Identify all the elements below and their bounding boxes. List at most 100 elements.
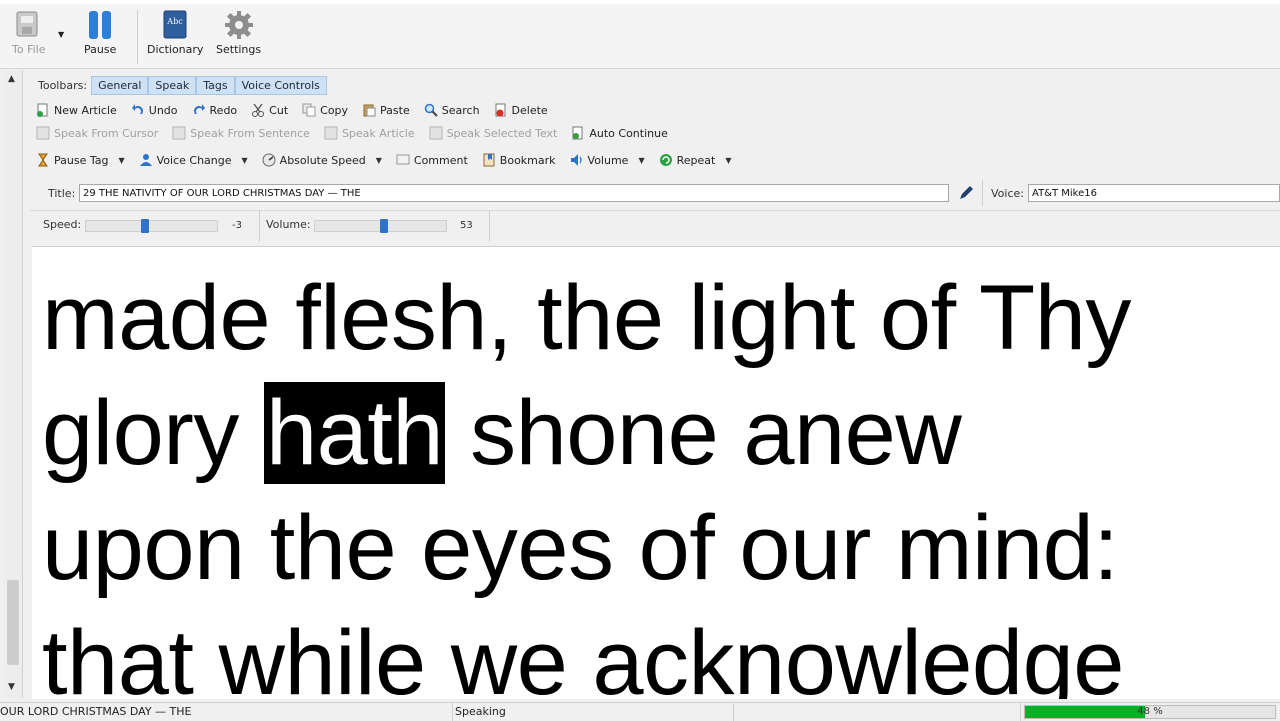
copy-icon: [302, 103, 316, 117]
text-line-2-before: glory: [42, 382, 264, 484]
person-icon: [139, 154, 152, 166]
repeat-dropdown-icon[interactable]: ▼: [725, 156, 731, 165]
title-input[interactable]: 29 THE NATIVITY OF OUR LORD CHRISTMAS DA…: [79, 184, 949, 202]
to-file-button[interactable]: To File: [12, 10, 45, 56]
voice-change-button[interactable]: Voice Change ▼: [139, 153, 248, 167]
auto-continue-icon: [572, 126, 583, 140]
highlighted-word: hath: [263, 382, 446, 484]
scroll-up-arrow-icon[interactable]: ▲: [8, 74, 15, 84]
redo-icon: [193, 104, 205, 114]
volume-end-separator: [489, 210, 490, 242]
bookmark-icon: [483, 153, 495, 167]
volume-dropdown-icon[interactable]: ▼: [638, 156, 644, 165]
scroll-down-arrow-icon[interactable]: ▼: [8, 682, 15, 692]
new-document-icon: [37, 103, 48, 117]
speak-selected-text-label: Speak Selected Text: [446, 126, 558, 140]
speak-selected-text-button[interactable]: Speak Selected Text: [429, 126, 558, 140]
search-label: Search: [441, 103, 480, 117]
toolbars-row: Toolbars: General Speak Tags Voice Contr…: [38, 74, 327, 96]
scrollbar-thumb[interactable]: [7, 580, 19, 665]
tags-toolbar-row: Pause Tag ▼ Voice Change ▼ Absolute Speed ▼…: [36, 149, 746, 171]
absolute-speed-label: Absolute Speed: [279, 153, 366, 167]
undo-button[interactable]: Undo: [131, 103, 178, 117]
absolute-speed-dropdown-icon[interactable]: ▼: [376, 156, 382, 165]
undo-label: Undo: [148, 103, 178, 117]
speed-slider[interactable]: [85, 219, 218, 233]
pause-tag-button[interactable]: Pause Tag ▼: [36, 153, 125, 167]
absolute-speed-button[interactable]: Absolute Speed ▼: [262, 153, 382, 167]
speed-label: Speed:: [43, 218, 82, 231]
pause-button[interactable]: Pause: [84, 10, 116, 56]
speak-from-cursor-label: Speak From Cursor: [54, 126, 159, 140]
dictionary-button[interactable]: Abc Dictionary: [147, 10, 203, 56]
main-ribbon: To File ▼ Pause Abc Dictionary Settings: [0, 4, 1280, 69]
gear-icon: [224, 11, 253, 39]
redo-button[interactable]: Redo: [192, 103, 238, 117]
tab-tags[interactable]: Tags: [196, 75, 235, 95]
ribbon-separator: [137, 10, 138, 64]
paste-button[interactable]: Paste: [362, 103, 410, 117]
voice-change-dropdown-icon[interactable]: ▼: [242, 156, 248, 165]
new-article-label: New Article: [54, 103, 117, 117]
volume-slider-thumb[interactable]: [380, 219, 388, 233]
speak-article-icon: [324, 126, 338, 140]
bookmark-label: Bookmark: [499, 153, 556, 167]
copy-label: Copy: [320, 103, 349, 117]
redo-label: Redo: [209, 103, 238, 117]
left-scrollbar[interactable]: ▲ ▼: [4, 70, 23, 698]
volume-button[interactable]: Volume ▼: [570, 153, 645, 167]
paste-label: Paste: [380, 103, 410, 117]
speed-slider-thumb[interactable]: [141, 219, 149, 233]
scissors-icon: [252, 103, 265, 117]
progress-text: 48 %: [1137, 706, 1163, 717]
speak-from-cursor-button[interactable]: Speak From Cursor: [36, 126, 158, 140]
search-button[interactable]: Search: [424, 103, 480, 117]
reading-progress-bar: 48 %: [1024, 705, 1276, 719]
status-state: Speaking: [455, 703, 734, 721]
undo-icon: [131, 104, 143, 114]
dictionary-book-icon: Abc: [163, 10, 187, 39]
pause-tag-dropdown-icon[interactable]: ▼: [118, 156, 124, 165]
text-line-1: made flesh, the light of Thy: [42, 267, 1131, 369]
reading-text-area[interactable]: made flesh, the light of Thy glory hath …: [32, 246, 1280, 699]
pause-tag-label: Pause Tag: [54, 153, 109, 167]
to-file-dropdown[interactable]: ▼: [58, 30, 64, 39]
volume-slider[interactable]: [314, 219, 447, 233]
text-line-2-after: shone anew: [445, 382, 962, 484]
repeat-icon: [659, 154, 672, 166]
tab-general[interactable]: General: [91, 75, 149, 95]
speak-article-button[interactable]: Speak Article: [324, 126, 415, 140]
delete-label: Delete: [511, 103, 548, 117]
repeat-label: Repeat: [676, 153, 716, 167]
pen-icon[interactable]: [957, 184, 975, 202]
settings-button[interactable]: Settings: [216, 10, 261, 56]
title-voice-separator: [982, 180, 983, 206]
volume-slider-label: Volume:: [266, 218, 311, 231]
cut-button[interactable]: Cut: [251, 103, 288, 117]
toolbars-label: Toolbars:: [38, 78, 88, 92]
panel-divider: [30, 210, 1280, 211]
volume-value: 53: [460, 220, 473, 231]
bookmark-button[interactable]: Bookmark: [482, 153, 556, 167]
paste-icon: [363, 104, 376, 117]
edit-toolbar-row: New Article Undo Redo Cut Copy Paste Sea…: [36, 99, 562, 121]
speaker-icon: [570, 154, 582, 166]
copy-button[interactable]: Copy: [302, 103, 348, 117]
new-article-button[interactable]: New Article: [36, 103, 117, 117]
dictionary-label: Dictionary: [147, 43, 204, 56]
speak-from-sentence-button[interactable]: Speak From Sentence: [172, 126, 310, 140]
voice-select[interactable]: AT&T Mike16: [1028, 184, 1280, 202]
status-title: OUR LORD CHRISTMAS DAY — THE: [0, 703, 453, 721]
comment-button[interactable]: Comment: [396, 153, 468, 167]
toolbar-panel: Toolbars: General Speak Tags Voice Contr…: [30, 70, 1280, 246]
tab-speak[interactable]: Speak: [148, 75, 197, 95]
tab-voice-controls[interactable]: Voice Controls: [234, 75, 327, 95]
auto-continue-button[interactable]: Auto Continue: [571, 126, 668, 140]
speak-toolbar-row: Speak From Cursor Speak From Sentence Sp…: [36, 122, 682, 144]
to-file-label: To File: [12, 43, 46, 56]
repeat-button[interactable]: Repeat ▼: [659, 153, 732, 167]
reading-text: made flesh, the light of Thy glory hath …: [42, 261, 1131, 699]
speed-value: -3: [232, 220, 242, 231]
speak-selected-text-icon: [429, 126, 443, 140]
delete-button[interactable]: Delete: [494, 103, 548, 117]
